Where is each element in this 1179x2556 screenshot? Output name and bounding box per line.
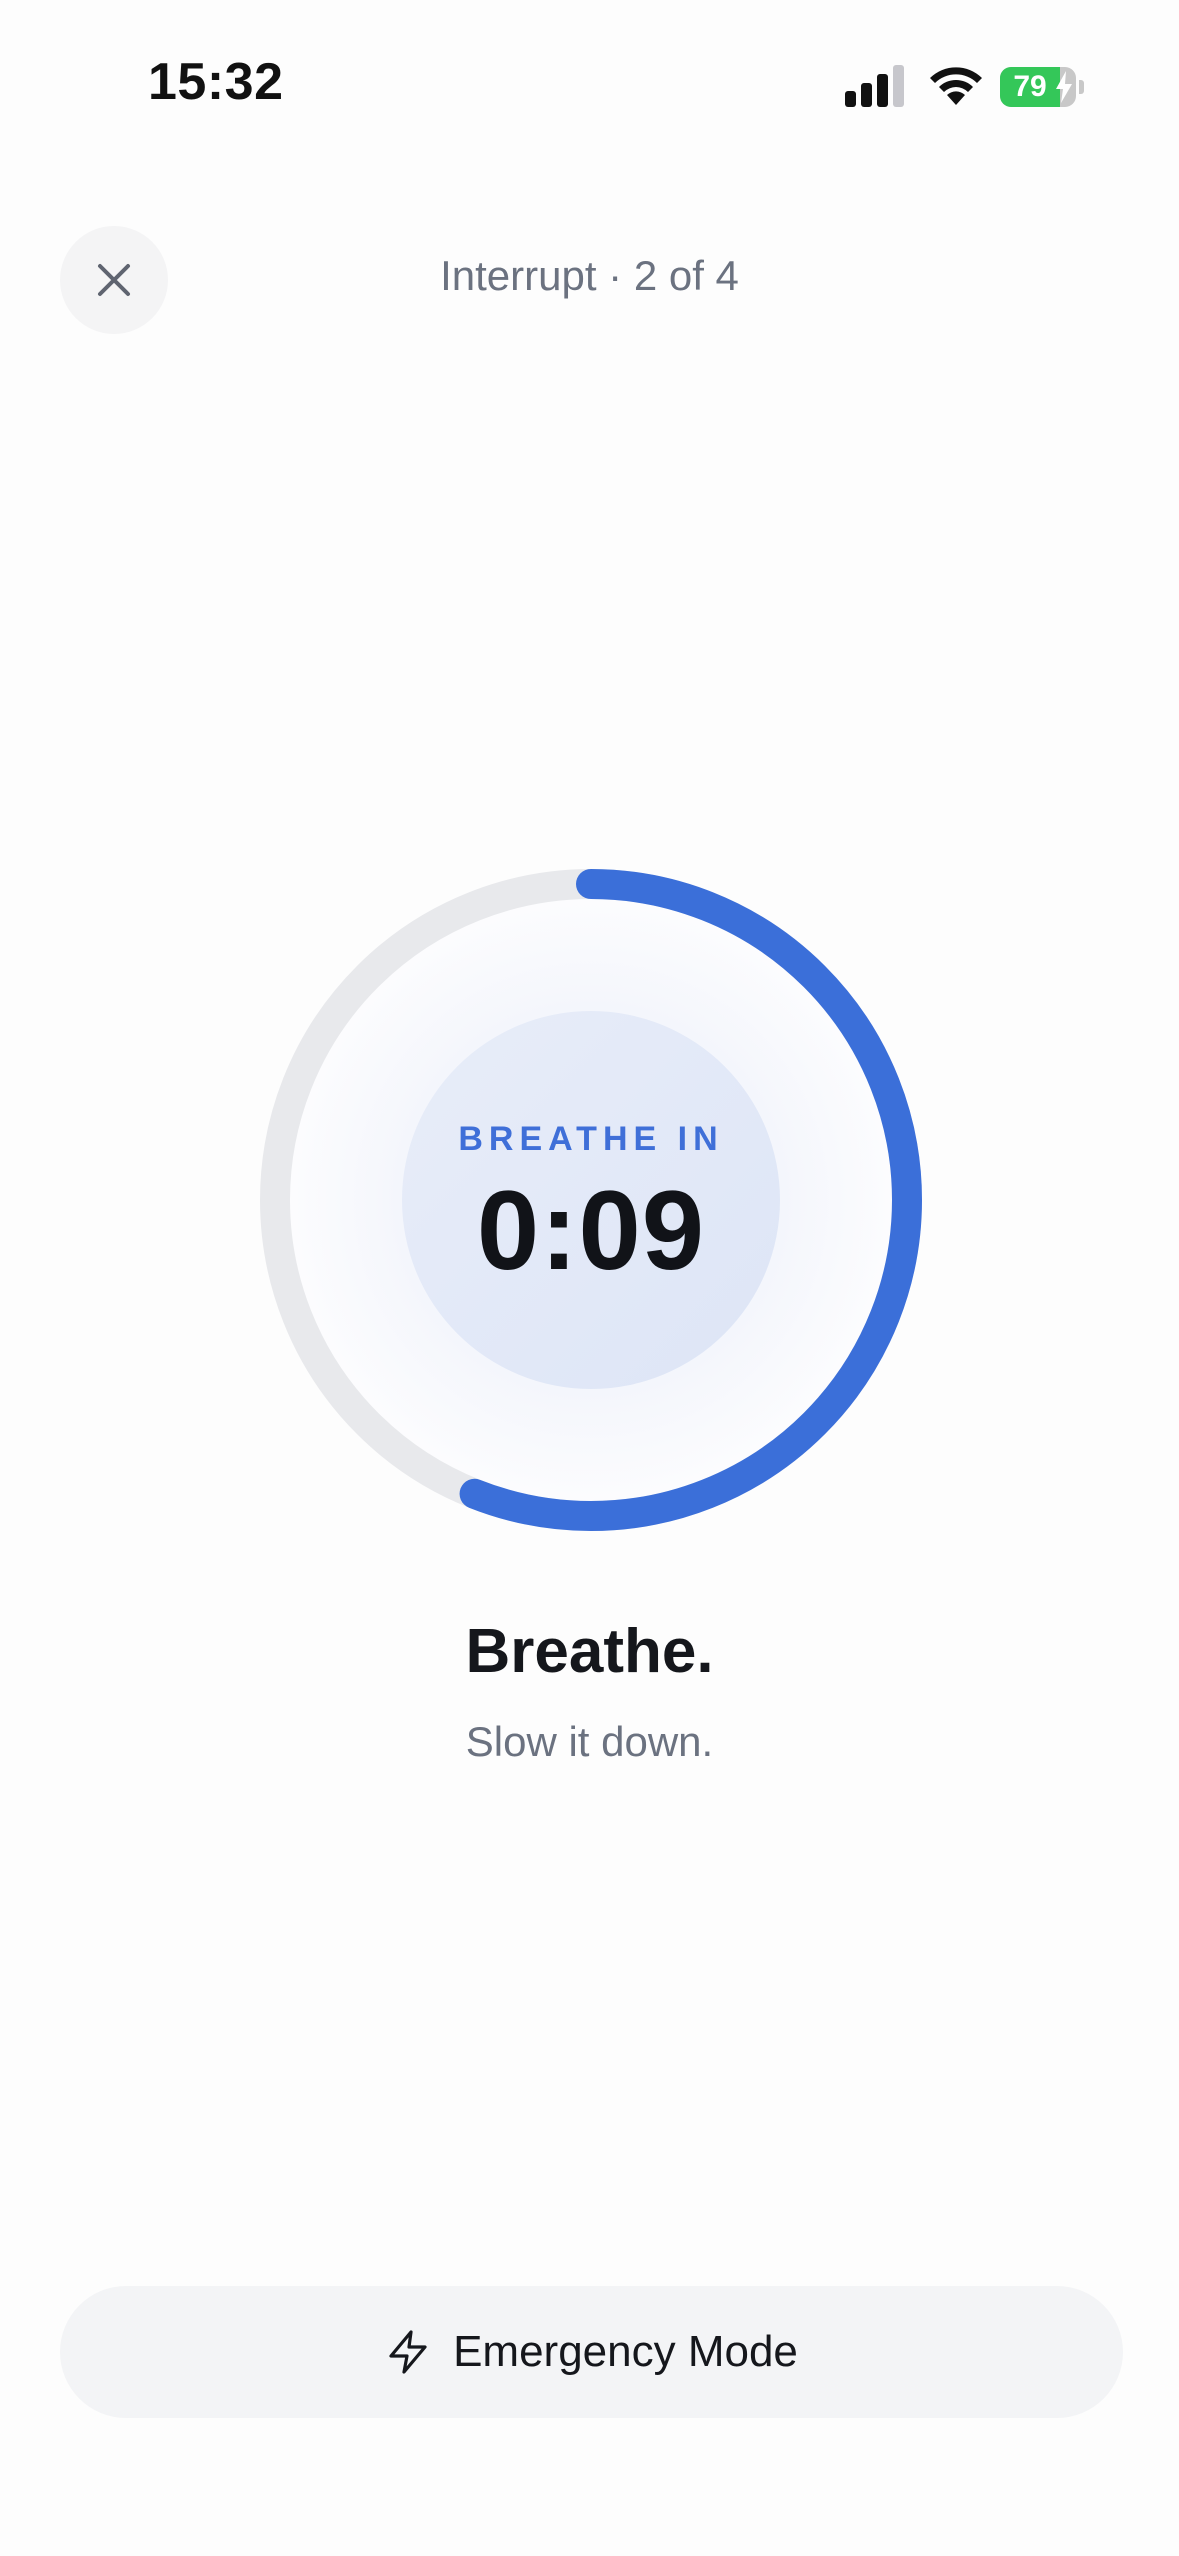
message-subtitle: Slow it down. [465, 1718, 714, 1765]
status-time: 15:32 [148, 53, 284, 111]
phase-label: BREATHE IN [458, 1120, 724, 1158]
battery-icon: 79 [1000, 67, 1090, 109]
bolt-icon [389, 2330, 427, 2374]
message-title: Breathe. [465, 1617, 714, 1686]
step-indicator: Interrupt · 2 of 4 [440, 252, 739, 299]
countdown: 0:09 [476, 1168, 706, 1293]
battery-cap [1079, 80, 1084, 94]
charging-bolt-icon [1056, 71, 1072, 103]
emergency-mode-button[interactable]: Emergency Mode [60, 2286, 1123, 2418]
emergency-mode-label: Emergency Mode [453, 2327, 798, 2376]
battery-percent: 79 [1013, 70, 1047, 103]
signal-icon [845, 65, 904, 107]
breathing-timer: BREATHE IN 0:09 [259, 868, 923, 1532]
breathing-screen: 15:32 79 Interrupt · 2 of 4 BREATHE IN 0… [0, 0, 1179, 2556]
wifi-icon [930, 67, 982, 105]
status-icons: 79 [845, 63, 1085, 113]
